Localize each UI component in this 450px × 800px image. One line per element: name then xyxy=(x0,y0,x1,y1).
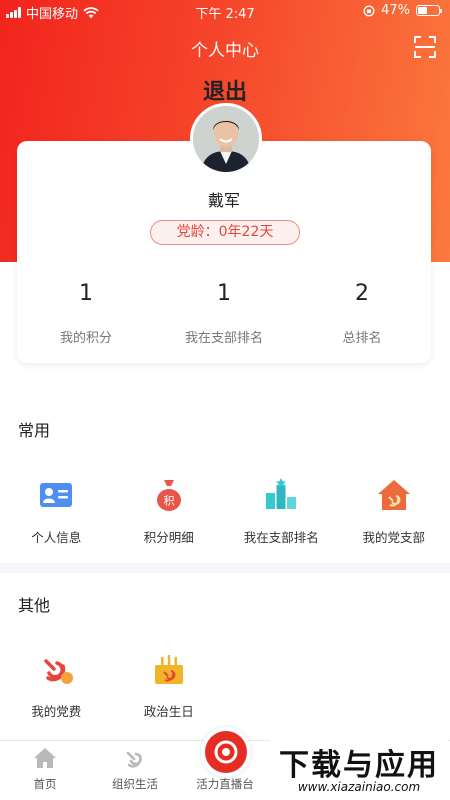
stat-label: 我的积分 xyxy=(59,331,112,346)
grid-item-party-fee[interactable]: 我的党费 xyxy=(0,651,113,720)
party-fee-icon xyxy=(44,659,74,684)
tab-label: 活力直播台 xyxy=(196,777,254,791)
section-title-common: 常用 xyxy=(18,421,51,440)
home-icon xyxy=(34,748,56,768)
party-age-badge: 党龄：0年22天 xyxy=(150,220,300,245)
grid-label: 政治生日 xyxy=(143,704,194,719)
political-birthday-icon xyxy=(154,655,183,684)
svg-text:积: 积 xyxy=(163,495,174,508)
live-button-inner xyxy=(205,731,247,773)
stat-value: 1 xyxy=(217,281,231,306)
battery-icon xyxy=(416,5,442,16)
stat-value: 1 xyxy=(79,281,93,306)
party-emblem-icon xyxy=(126,751,142,768)
ranking-icon xyxy=(266,478,297,509)
watermark-sub: www.xiazainiao.com xyxy=(297,780,421,794)
grid-item-points-detail[interactable]: 积 积分明细 xyxy=(113,477,226,546)
tab-label: 组织生活 xyxy=(112,777,158,791)
grid-item-personal-info[interactable]: 个人信息 xyxy=(0,477,113,546)
scan-icon[interactable] xyxy=(414,36,436,58)
battery-percent: 47% xyxy=(381,3,410,18)
stat-total-rank[interactable]: 2 总排名 xyxy=(293,281,431,346)
status-right: 47% xyxy=(363,3,442,18)
watermark-main: 下载与应用 xyxy=(279,748,439,783)
tab-label: 首页 xyxy=(33,777,57,791)
live-button[interactable] xyxy=(201,727,251,777)
grid-label: 积分明细 xyxy=(143,530,194,545)
tab-org-life[interactable]: 组织生活 xyxy=(90,741,180,792)
stat-label: 我在支部排名 xyxy=(184,331,263,346)
stat-my-points[interactable]: 1 我的积分 xyxy=(17,281,155,346)
grid-label: 我在支部排名 xyxy=(243,530,319,545)
grid-label: 个人信息 xyxy=(31,530,82,545)
grid-item-my-branch[interactable]: 我的党支部 xyxy=(338,477,450,546)
watermark: 下载与应用 www.xiazainiao.com xyxy=(270,740,448,800)
live-camera-icon xyxy=(214,740,238,764)
stats-row: 1 我的积分 1 我在支部排名 2 总排名 xyxy=(17,281,431,346)
other-grid: 我的党费 政治生日 xyxy=(0,651,450,720)
stat-branch-rank[interactable]: 1 我在支部排名 xyxy=(155,281,293,346)
common-grid: 个人信息 积 积分明细 我在支部排名 我的党支部 xyxy=(0,477,450,546)
grid-label: 我的党费 xyxy=(31,704,82,719)
status-bar: 中国移动 下午 2:47 47% xyxy=(0,0,450,22)
page-title: 个人中心 xyxy=(191,41,259,61)
orientation-lock-icon xyxy=(363,5,375,16)
id-card-icon xyxy=(40,483,73,507)
user-name: 戴军 xyxy=(207,191,240,210)
grid-item-branch-rank[interactable]: 我在支部排名 xyxy=(225,477,338,546)
grid-item-political-birthday[interactable]: 政治生日 xyxy=(113,651,226,720)
points-bag-icon: 积 xyxy=(156,480,181,511)
avatar-image xyxy=(193,106,259,172)
grid-label: 我的党支部 xyxy=(362,530,425,545)
stat-label: 总排名 xyxy=(342,331,382,346)
party-branch-icon xyxy=(377,480,410,510)
section-title-other: 其他 xyxy=(18,596,51,615)
battery-fill xyxy=(418,7,427,14)
logout-button[interactable]: 退出 xyxy=(0,74,450,106)
section-divider xyxy=(0,563,450,573)
avatar[interactable] xyxy=(190,103,262,175)
stat-value: 2 xyxy=(355,281,369,306)
tab-home[interactable]: 首页 xyxy=(0,741,90,792)
